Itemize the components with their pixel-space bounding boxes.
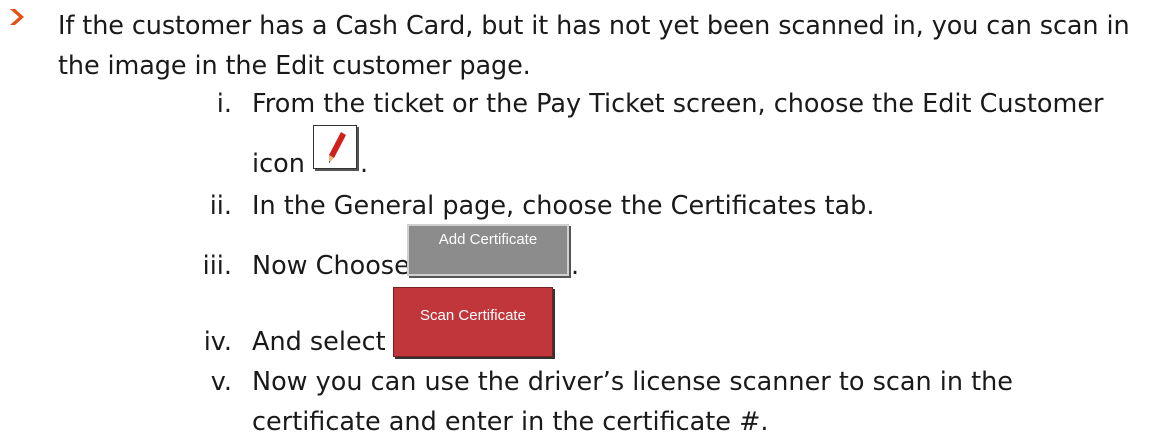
step-period-i: . <box>360 149 369 179</box>
step-text-i: From the ticket or the Pay Ticket screen… <box>252 89 1104 119</box>
step-period-iii: . <box>571 251 580 281</box>
step-text-iii: Now Choose <box>252 251 410 281</box>
step-numeral-iv: iv. <box>203 327 232 357</box>
step-text-ii: In the General page, choose the Certific… <box>252 191 875 221</box>
step-numeral-i: i. <box>216 89 232 119</box>
step-numeral-ii: ii. <box>209 191 232 221</box>
step-text-v: Now you can use the driver’s license sca… <box>252 367 1013 437</box>
add-certificate-label: Add Certificate <box>438 231 538 248</box>
step-text-iv: And select <box>252 327 386 357</box>
step-numeral-v: v. <box>210 367 232 397</box>
pencil-icon <box>329 132 346 163</box>
instruction-page: If the customer has a Cash Card, but it … <box>0 0 1152 437</box>
step-continuation-i: icon <box>252 149 305 179</box>
edit-customer-button[interactable] <box>313 125 357 169</box>
step-numeral-iii: iii. <box>202 251 232 281</box>
bullet-paragraph: If the customer has a Cash Card, but it … <box>58 11 1130 81</box>
scan-certificate-label: Scan Certificate <box>420 307 526 324</box>
chevron-right-icon <box>10 9 24 25</box>
scan-certificate-button[interactable]: Scan Certificate <box>393 287 553 357</box>
add-certificate-button[interactable]: Add Certificate <box>407 224 569 276</box>
